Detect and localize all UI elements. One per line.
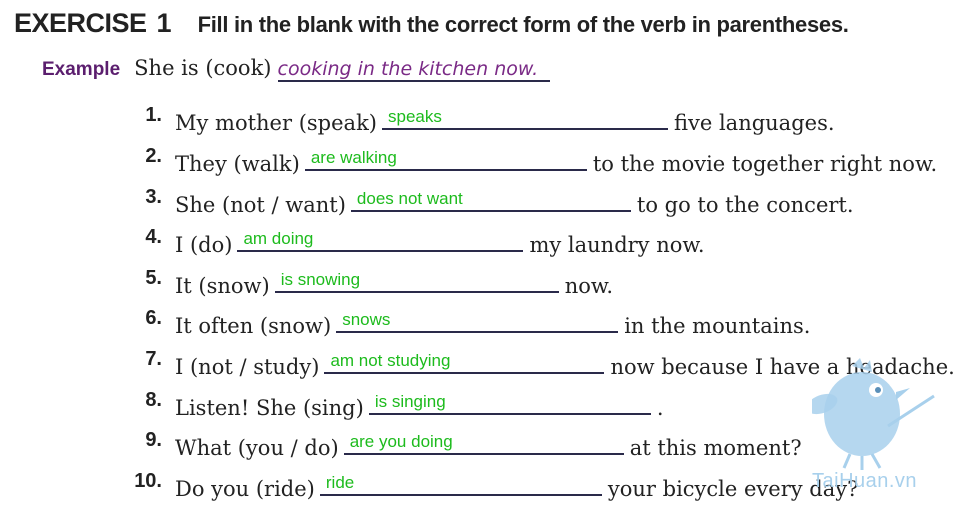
filled-answer: ride [325,473,355,492]
answer-blank[interactable]: are you doing [343,427,624,455]
item-prompt: It (snow) [175,274,270,298]
answer-blank[interactable]: is singing [368,387,651,415]
item-number: 10. [134,470,162,492]
item-number: 4. [145,226,162,248]
item-prompt: They (walk) [175,152,300,176]
item-continuation: now. [564,274,614,298]
item-prompt: It often (snow) [175,314,332,338]
bird-mascot-icon [812,358,935,470]
item-number: 7. [145,348,162,370]
item-prompt: I (not / study) [175,355,320,379]
item-continuation: five languages. [673,111,835,135]
filled-answer: are walking [310,148,397,167]
example-line: Example She is (cook) cooking in the kit… [42,56,551,82]
item-number: 5. [145,267,162,289]
item-number: 3. [145,186,162,208]
exercise-item-5: 5. It (snow) is snowing now. [0,265,960,301]
exercise-item-6: 6. It often (snow) snows in the mountain… [0,305,960,341]
exercise-item-1: 1. My mother (speak) speaks five languag… [0,102,960,138]
answer-blank[interactable]: am doing [237,224,524,252]
answer-blank[interactable]: speaks [381,102,668,130]
answer-blank[interactable]: are walking [304,143,587,171]
exercise-item-4: 4. I (do) am doing my laundry now. [0,224,960,260]
answer-blank[interactable]: am not studying [324,346,605,374]
filled-answer: speaks [387,107,442,126]
filled-answer: is snowing [280,270,361,289]
answer-blank[interactable]: does not want [350,184,631,212]
item-continuation: to go to the concert. [636,193,854,217]
filled-answer: snows [342,310,391,329]
item-prompt: Listen! She (sing) [175,396,364,420]
filled-answer: does not want [356,189,463,208]
item-continuation: at this moment? [629,436,802,460]
item-continuation: my laundry now. [529,233,705,257]
exercise-item-3: 3. She (not / want) does not want to go … [0,184,960,220]
filled-answer: is singing [374,392,446,411]
answer-blank[interactable]: snows [336,305,619,333]
item-prompt: I (do) [175,233,233,257]
item-prompt: My mother (speak) [175,111,377,135]
item-continuation: in the mountains. [624,314,811,338]
exercise-instruction: Fill in the blank with the correct form … [197,12,849,37]
item-continuation: . [656,396,664,420]
example-answer: cooking in the kitchen now. [277,58,551,82]
exercise-item-2: 2. They (walk) are walking to the movie … [0,143,960,179]
item-number: 8. [145,389,162,411]
item-number: 9. [145,429,162,451]
item-prompt: She (not / want) [175,193,346,217]
filled-answer: am not studying [330,351,451,370]
filled-answer: are you doing [349,432,453,451]
exercise-number: 1 [156,8,172,38]
item-continuation: to the movie together right now. [592,152,938,176]
filled-answer: am doing [243,229,314,248]
answer-blank[interactable]: ride [319,468,602,496]
item-prompt: What (you / do) [175,436,339,460]
answer-blank[interactable]: is snowing [274,265,559,293]
item-number: 6. [145,307,162,329]
exercise-header: EXERCISE 1 Fill in the blank with the co… [14,8,849,44]
item-number: 1. [145,104,162,126]
exercise-word: EXERCISE [14,8,147,38]
example-prompt: She is (cook) [134,56,272,80]
item-prompt: Do you (ride) [175,477,315,501]
watermark: TaiHuan.vn [812,470,918,492]
example-label: Example [42,59,121,80]
item-number: 2. [145,145,162,167]
